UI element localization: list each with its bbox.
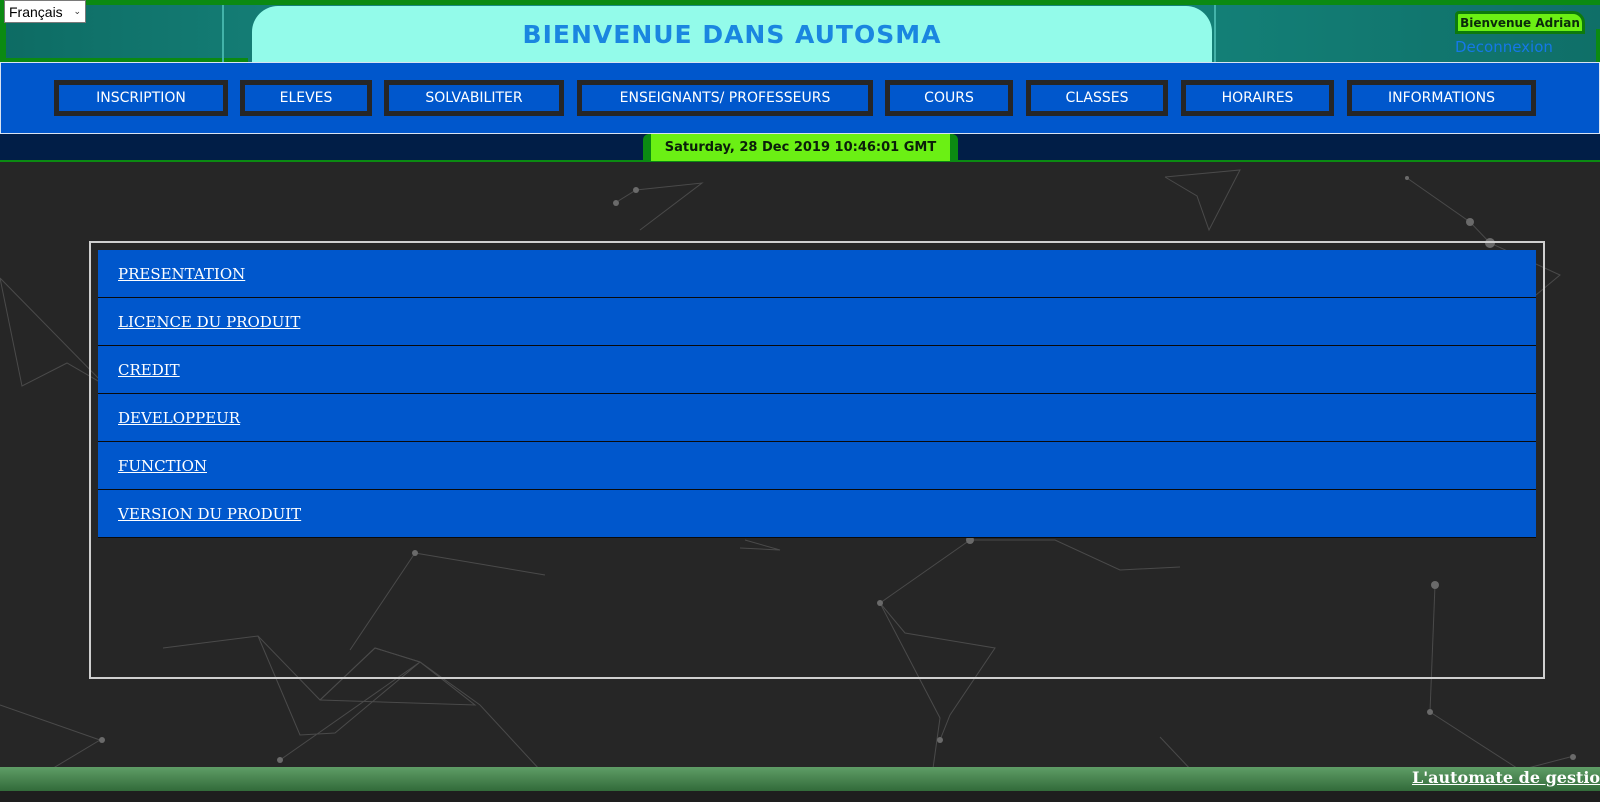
menu-item-credit: CREDIT	[98, 346, 1536, 394]
page-title: BIENVENUE DANS AUTOSMA	[522, 19, 942, 49]
nav-eleves[interactable]: ELEVES	[240, 80, 372, 116]
menu-link[interactable]: LICENCE DU PRODUIT	[118, 313, 300, 331]
title-banner: BIENVENUE DANS AUTOSMA	[252, 6, 1212, 62]
nav-cours[interactable]: COURS	[885, 80, 1013, 116]
header-divider	[222, 5, 224, 62]
date-time-badge: Saturday, 28 Dec 2019 10:46:01 GMT	[643, 134, 958, 161]
header: BIENVENUE DANS AUTOSMA Bienvenue Adrian …	[0, 0, 1600, 67]
bottom-strip	[0, 791, 1600, 802]
menu-item-function: FUNCTION	[98, 442, 1536, 490]
menu-link[interactable]: PRESENTATION	[118, 265, 245, 283]
chevron-down-icon: ⌄	[73, 6, 81, 16]
welcome-badge: Bienvenue Adrian	[1455, 11, 1585, 34]
menu-link[interactable]: CREDIT	[118, 361, 180, 379]
menu-link[interactable]: FUNCTION	[118, 457, 207, 475]
nav-horaires[interactable]: HORAIRES	[1181, 80, 1334, 116]
nav-enseignants[interactable]: ENSEIGNANTS/ PROFESSEURS	[577, 80, 873, 116]
logout-link[interactable]: Deconnexion	[1455, 38, 1553, 56]
nav-classes[interactable]: CLASSES	[1026, 80, 1168, 116]
info-menu: PRESENTATION LICENCE DU PRODUIT CREDIT D…	[98, 250, 1536, 538]
menu-item-presentation: PRESENTATION	[98, 250, 1536, 298]
info-panel: PRESENTATION LICENCE DU PRODUIT CREDIT D…	[89, 241, 1545, 679]
footer-marquee-bar: L'automate de gestio	[0, 767, 1600, 791]
nav-inscription[interactable]: INSCRIPTION	[54, 80, 228, 116]
nav-solvabiliter[interactable]: SOLVABILITER	[384, 80, 564, 116]
nav-informations[interactable]: INFORMATIONS	[1347, 80, 1536, 116]
menu-link[interactable]: DEVELOPPEUR	[118, 409, 240, 427]
header-divider	[1214, 5, 1216, 62]
menu-link[interactable]: VERSION DU PRODUIT	[118, 505, 301, 523]
language-selected-value: Français	[9, 3, 63, 20]
menu-item-licence: LICENCE DU PRODUIT	[98, 298, 1536, 346]
main-nav: INSCRIPTION ELEVES SOLVABILITER ENSEIGNA…	[0, 62, 1600, 134]
language-select[interactable]: Français ⌄	[4, 0, 86, 23]
footer-marquee-text[interactable]: L'automate de gestio	[1412, 768, 1600, 787]
menu-item-version: VERSION DU PRODUIT	[98, 490, 1536, 538]
menu-item-developpeur: DEVELOPPEUR	[98, 394, 1536, 442]
